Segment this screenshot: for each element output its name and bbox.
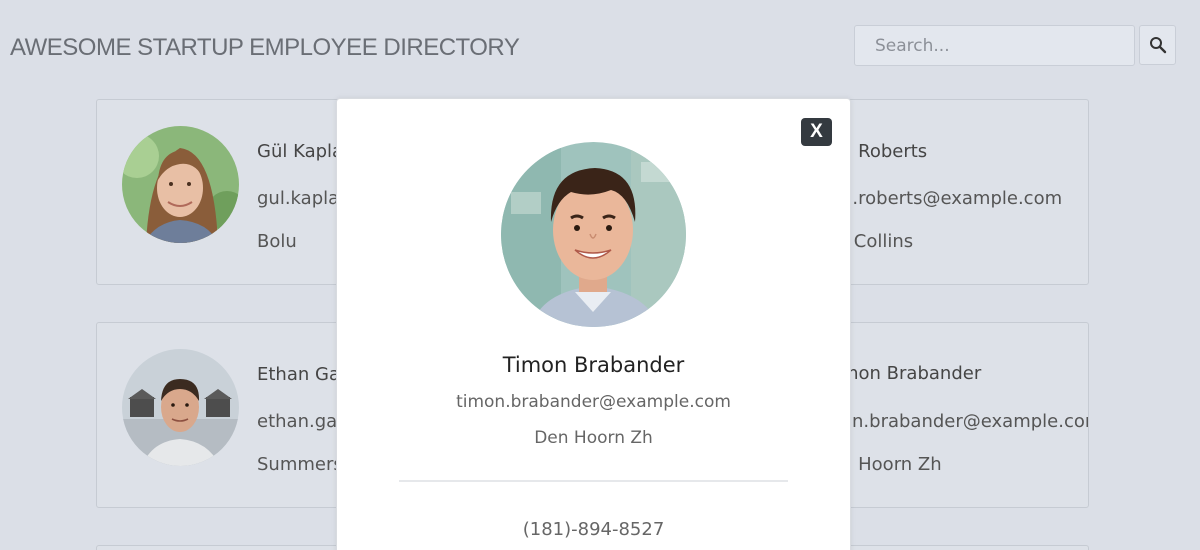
modal-employee-email: timon.brabander@example.com xyxy=(456,392,731,412)
modal-employee-phone: (181)-894-8527 xyxy=(522,519,665,540)
search-input[interactable] xyxy=(854,25,1135,66)
employee-detail-modal: X Timon Brabander timon.brabander@exampl… xyxy=(336,98,851,550)
employee-name: Ethan Ga xyxy=(257,364,340,385)
modal-employee-name: Timon Brabander xyxy=(502,353,685,377)
avatar xyxy=(122,126,239,243)
divider xyxy=(399,480,788,482)
search-icon xyxy=(1149,37,1166,54)
employee-email: gul.kapla xyxy=(257,188,340,209)
close-button[interactable]: X xyxy=(801,118,832,146)
employee-email: n.roberts@example.com xyxy=(841,188,1063,209)
modal-avatar xyxy=(501,142,686,327)
employee-email: on.brabander@example.cor xyxy=(841,411,1089,432)
page-title: AWESOME STARTUP EMPLOYEE DIRECTORY xyxy=(10,34,520,61)
search-button[interactable] xyxy=(1139,25,1176,65)
employee-name: n Roberts xyxy=(841,141,928,162)
employee-city: Summers xyxy=(257,454,343,475)
avatar xyxy=(122,349,239,466)
employee-name: mon Brabander xyxy=(841,363,982,384)
employee-email: ethan.gau xyxy=(257,411,349,432)
employee-city: Bolu xyxy=(257,231,297,252)
employee-name: Gül Kapla xyxy=(257,141,344,162)
modal-employee-city: Den Hoorn Zh xyxy=(534,428,653,448)
employee-city: t Collins xyxy=(841,231,914,252)
employee-city: n Hoorn Zh xyxy=(841,454,942,475)
